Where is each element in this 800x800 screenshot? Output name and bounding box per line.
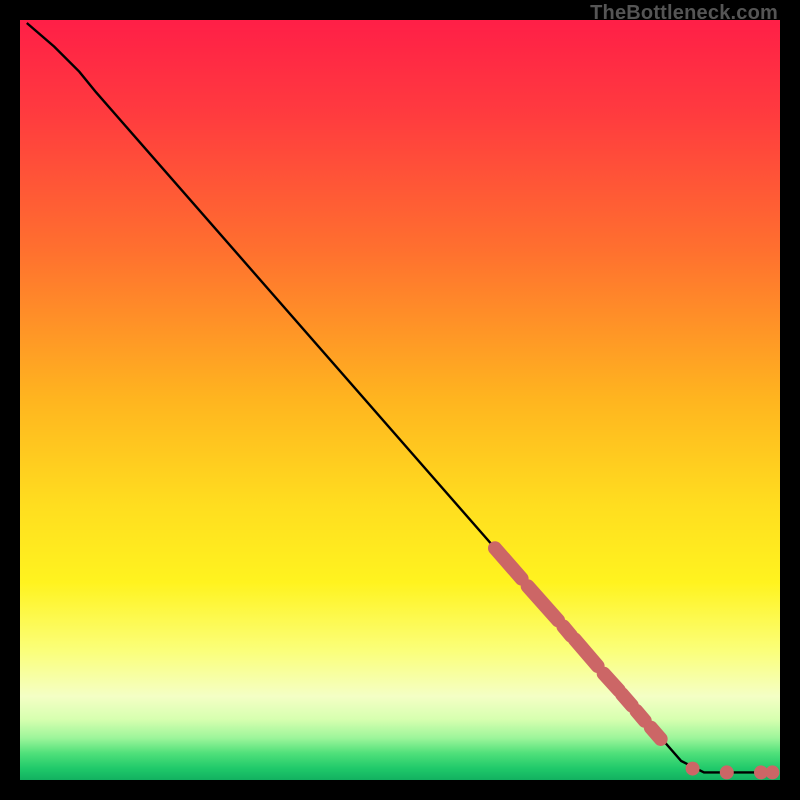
highlight-segment [651,728,661,739]
chart-frame: TheBottleneck.com [0,0,800,800]
highlight-segment [563,626,571,635]
chart-svg [20,20,780,780]
highlight-dot [686,762,700,776]
attribution-text: TheBottleneck.com [590,2,778,25]
highlight-dot [765,765,779,779]
plot-area [20,20,780,780]
highlight-segment [622,694,632,705]
highlight-segment [636,711,644,721]
highlight-dot [720,765,734,779]
